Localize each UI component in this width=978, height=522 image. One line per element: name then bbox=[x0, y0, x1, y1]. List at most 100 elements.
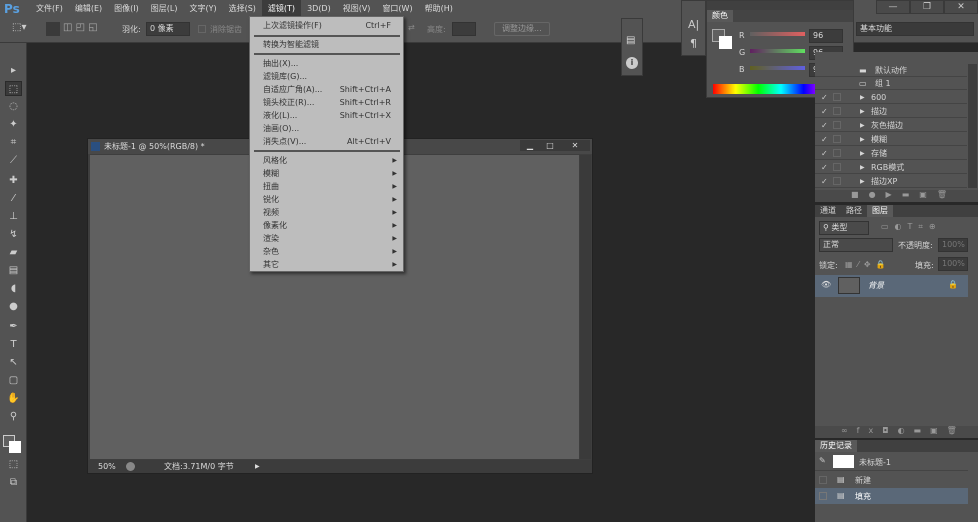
menu-item-last-filter[interactable]: 上次滤镜操作(F) Ctrl+F bbox=[250, 19, 403, 32]
slider-g[interactable] bbox=[750, 49, 805, 53]
mask-icon[interactable]: ◘ bbox=[882, 426, 897, 435]
character-icon[interactable]: A| bbox=[688, 18, 699, 31]
menu-help[interactable]: 帮助(H) bbox=[419, 0, 459, 17]
history-step-selected[interactable]: ▤ 填充 bbox=[815, 488, 968, 504]
doc-minimize-button[interactable]: ▁ bbox=[520, 140, 540, 151]
menu-item-adaptive-wide-angle[interactable]: 自适应广角(A)... Shift+Ctrl+A bbox=[250, 83, 403, 96]
layer-filter-icons[interactable]: ▭◐T⌗⊕ bbox=[881, 222, 942, 232]
move-tool-icon[interactable]: ▸ bbox=[5, 63, 22, 78]
zoom-level[interactable]: 50% bbox=[98, 460, 116, 473]
history-source-checkbox[interactable] bbox=[819, 476, 827, 484]
new-action-icon[interactable]: ▣ bbox=[919, 190, 937, 199]
workspace-select[interactable]: 基本功能 bbox=[856, 22, 974, 36]
rectangle-tool-icon[interactable]: ▢ bbox=[5, 373, 22, 388]
info-icon[interactable]: i bbox=[626, 57, 638, 69]
history-source-checkbox[interactable] bbox=[819, 492, 827, 500]
menu-edit[interactable]: 编辑(E) bbox=[69, 0, 108, 17]
layer-row[interactable]: 👁 背景 🔒 bbox=[815, 275, 968, 297]
quick-mask-icon[interactable]: ⬚ bbox=[5, 457, 22, 472]
slider-r[interactable] bbox=[750, 32, 805, 36]
menu-image[interactable]: 图像(I) bbox=[108, 0, 145, 17]
antialias-checkbox[interactable] bbox=[198, 25, 206, 33]
menu-item-convert-smart-filter[interactable]: 转换为智能滤镜 bbox=[250, 38, 403, 51]
new-layer-icon[interactable]: ▣ bbox=[930, 426, 947, 435]
new-selection-icon[interactable] bbox=[46, 22, 60, 36]
tab-channels[interactable]: 通道 bbox=[815, 205, 841, 217]
list-item[interactable]: ✓ ▶ 描边 bbox=[815, 105, 967, 118]
list-item[interactable]: ▭ 组 1 bbox=[815, 77, 967, 90]
menu-item-extract[interactable]: 抽出(X)... bbox=[250, 57, 403, 70]
record-icon[interactable]: ● bbox=[869, 190, 886, 199]
screen-mode-icon[interactable]: ⧉ bbox=[5, 475, 22, 490]
history-brush-source-icon[interactable]: ✎ bbox=[819, 456, 826, 465]
list-item[interactable]: ▬ 默认动作 bbox=[815, 64, 967, 77]
menu-3d[interactable]: 3D(D) bbox=[301, 0, 337, 17]
restore-button[interactable]: ❐ bbox=[910, 0, 944, 14]
menu-item-sharpen[interactable]: 锐化 ▶ bbox=[250, 193, 403, 206]
list-item[interactable]: ✓ ▶ 描边XP bbox=[815, 175, 967, 188]
menu-item-stylize[interactable]: 风格化 ▶ bbox=[250, 154, 403, 167]
list-item[interactable]: ✓ ▶ RGB模式 bbox=[815, 161, 967, 174]
type-tool-icon[interactable]: T bbox=[5, 337, 22, 352]
dodge-tool-icon[interactable]: ● bbox=[5, 299, 22, 314]
history-step[interactable]: ▤ 新建 bbox=[815, 472, 968, 488]
menu-item-lens-correction[interactable]: 镜头校正(R)... Shift+Ctrl+R bbox=[250, 96, 403, 109]
history-snapshot[interactable]: ✎ 未标题-1 bbox=[815, 453, 968, 471]
status-menu-arrow-icon[interactable]: ▶ bbox=[255, 460, 260, 473]
fill-input[interactable]: 100% bbox=[938, 257, 968, 271]
eyedropper-tool-icon[interactable]: ⟋ bbox=[5, 153, 22, 168]
menu-layer[interactable]: 图层(L) bbox=[145, 0, 184, 17]
fx-icon[interactable]: fx bbox=[857, 426, 883, 435]
menu-item-oil-paint[interactable]: 油画(O)... bbox=[250, 122, 403, 135]
menu-item-render[interactable]: 渲染 ▶ bbox=[250, 232, 403, 245]
menu-select[interactable]: 选择(S) bbox=[223, 0, 262, 17]
list-item[interactable]: ✓ ▶ 灰色描边 bbox=[815, 119, 967, 132]
actions-scrollbar[interactable] bbox=[968, 64, 977, 188]
menu-item-distort[interactable]: 扭曲 ▶ bbox=[250, 180, 403, 193]
selection-mode-icons[interactable]: ◫ ◰ ◱ bbox=[63, 22, 98, 33]
color-background-swatch[interactable] bbox=[719, 36, 732, 49]
layer-name[interactable]: 背景 bbox=[868, 280, 884, 291]
marquee-tool-preset-icon[interactable]: ⬚▾ bbox=[12, 22, 26, 33]
list-item[interactable]: ✓ ▶ 600 bbox=[815, 91, 967, 104]
tab-layers[interactable]: 图层 bbox=[867, 205, 893, 217]
stop-icon[interactable]: ■ bbox=[851, 190, 869, 199]
menu-item-filter-gallery[interactable]: 滤镜库(G)... bbox=[250, 70, 403, 83]
lasso-tool-icon[interactable]: ◌ bbox=[5, 99, 22, 114]
menu-item-noise[interactable]: 杂色 ▶ bbox=[250, 245, 403, 258]
magic-wand-tool-icon[interactable]: ✦ bbox=[5, 117, 22, 132]
height-input[interactable] bbox=[452, 22, 476, 36]
delete-layer-icon[interactable]: 🗑 bbox=[947, 426, 966, 435]
gradient-tool-icon[interactable]: ▤ bbox=[5, 263, 22, 278]
feather-input[interactable]: 0 像素 bbox=[146, 22, 190, 36]
brush-tool-icon[interactable]: ⁄ bbox=[5, 191, 22, 206]
menu-item-liquify[interactable]: 液化(L)... Shift+Ctrl+X bbox=[250, 109, 403, 122]
marquee-tool-icon[interactable]: ⬚ bbox=[5, 81, 22, 96]
menu-item-vanishing-point[interactable]: 消失点(V)... Alt+Ctrl+V bbox=[250, 135, 403, 148]
doc-maximize-button[interactable]: □ bbox=[540, 140, 560, 151]
menu-filter[interactable]: 滤镜(T) bbox=[261, 0, 302, 17]
menu-file[interactable]: 文件(F) bbox=[30, 0, 69, 17]
hand-tool-icon[interactable]: ✋ bbox=[5, 391, 22, 406]
slider-b[interactable] bbox=[750, 66, 805, 70]
menu-type[interactable]: 文字(Y) bbox=[183, 0, 222, 17]
blend-mode-select[interactable]: 正常 bbox=[819, 238, 893, 252]
menu-window[interactable]: 窗口(W) bbox=[376, 0, 418, 17]
properties-icon[interactable]: ▤ bbox=[626, 35, 635, 46]
clone-stamp-tool-icon[interactable]: ⊥ bbox=[5, 209, 22, 224]
delete-icon[interactable]: 🗑 bbox=[937, 190, 957, 199]
menu-view[interactable]: 视图(V) bbox=[337, 0, 377, 17]
new-set-icon[interactable]: ▬ bbox=[902, 190, 920, 199]
panel-header[interactable] bbox=[707, 1, 853, 10]
vertical-scrollbar[interactable] bbox=[580, 155, 591, 459]
doc-close-button[interactable]: ✕ bbox=[560, 140, 590, 151]
menu-item-video[interactable]: 视频 ▶ bbox=[250, 206, 403, 219]
tab-paths[interactable]: 路径 bbox=[841, 205, 867, 217]
pen-tool-icon[interactable]: ✒ bbox=[5, 319, 22, 334]
history-brush-tool-icon[interactable]: ↯ bbox=[5, 227, 22, 242]
crop-tool-icon[interactable]: ⌗ bbox=[5, 135, 22, 150]
blur-tool-icon[interactable]: ◖ bbox=[5, 281, 22, 296]
play-icon[interactable]: ▶ bbox=[886, 190, 902, 199]
menu-item-other[interactable]: 其它 ▶ bbox=[250, 258, 403, 271]
link-icon[interactable]: ∞ bbox=[841, 426, 857, 435]
